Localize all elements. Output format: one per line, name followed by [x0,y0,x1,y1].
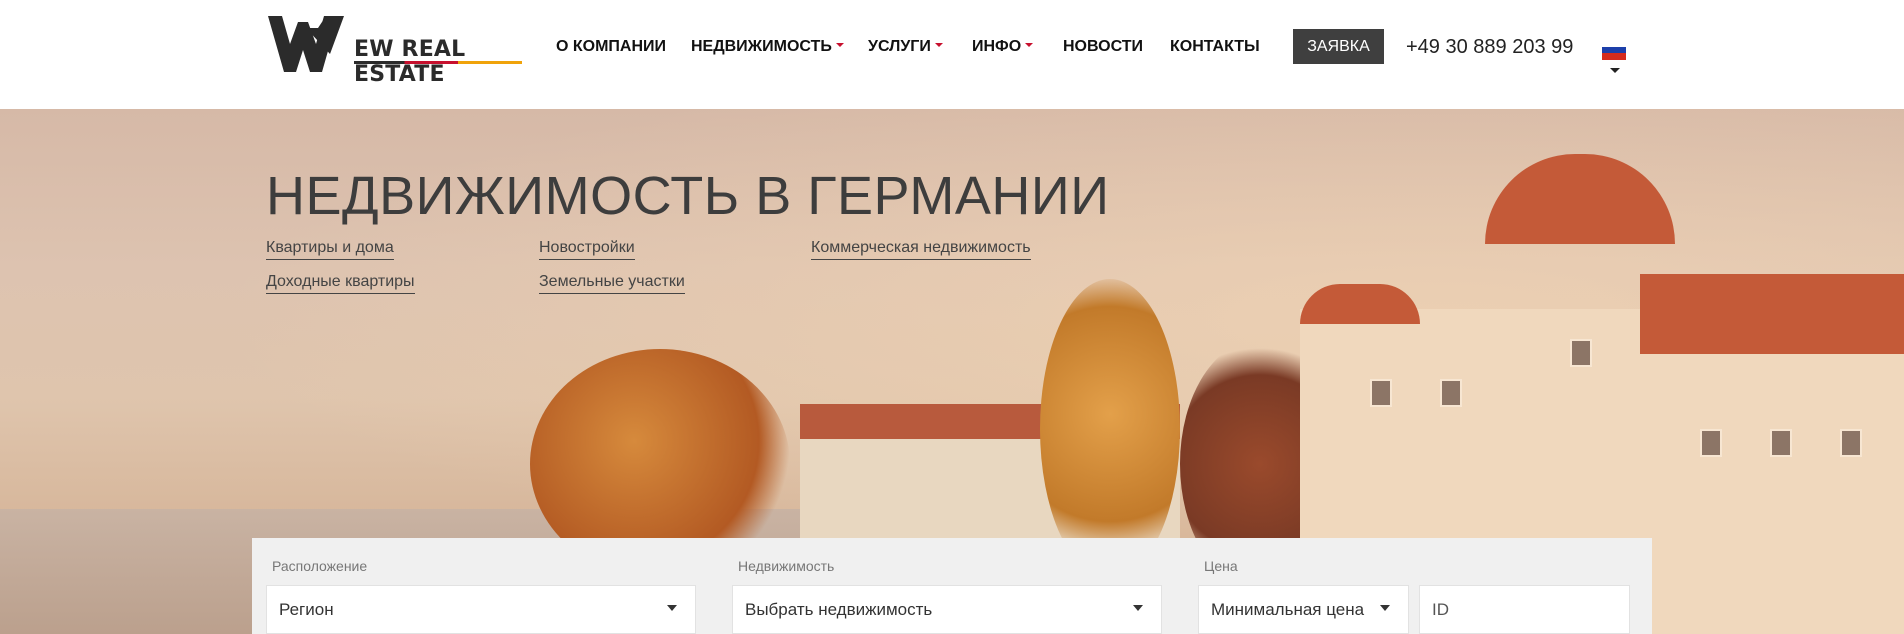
tower-roof [1300,284,1420,324]
search-panel: Расположение Регион Недвижимость Выбрать… [252,538,1652,634]
castle-window [1370,379,1392,407]
property-label: Недвижимость [738,558,835,574]
nav-item-info[interactable]: ИНФО [972,38,1034,56]
ew-logo-icon [268,16,344,72]
nav-item-realty[interactable]: НЕДВИЖИМОСТЬ [691,38,844,56]
site-header: EW REAL ESTATE О КОМПАНИИ НЕДВИЖИМОСТЬ У… [0,0,1904,109]
link-income-apartments[interactable]: Доходные квартиры [266,273,415,294]
hero-title: НЕДВИЖИМОСТЬ В ГЕРМАНИИ [266,166,1110,226]
nav-label: КОНТАКТЫ [1170,38,1260,55]
link-land-plots[interactable]: Земельные участки [539,273,685,294]
apply-button[interactable]: ЗАЯВКА [1293,29,1384,64]
price-label: Цена [1204,558,1238,574]
nav-label: НОВОСТИ [1063,38,1144,55]
link-apartments-houses[interactable]: Квартиры и дома [266,239,394,260]
id-input-placeholder: ID [1432,600,1449,619]
castle-window [1440,379,1462,407]
chevron-down-icon [667,605,677,611]
property-select-value: Выбрать недвижимость [745,600,933,619]
castle-window [1570,339,1592,367]
nav-item-about[interactable]: О КОМПАНИИ [556,38,666,56]
min-price-value: Минимальная цена [1211,600,1365,619]
hero-tree [1040,279,1180,579]
nav-label: НЕДВИЖИМОСТЬ [691,38,832,55]
logo[interactable]: EW REAL ESTATE [266,14,526,87]
castle-roof [1640,274,1904,354]
chevron-down-icon [1025,42,1034,47]
link-commercial[interactable]: Коммерческая недвижимость [811,239,1031,260]
location-label: Расположение [272,558,368,574]
nav-label: О КОМПАНИИ [556,38,667,55]
language-dropdown-icon[interactable] [1610,68,1620,73]
phone-number[interactable]: +49 30 889 203 99 [1406,36,1573,59]
nav-item-services[interactable]: УСЛУГИ [868,38,943,56]
nav-item-contacts[interactable]: КОНТАКТЫ [1170,38,1260,56]
nav-item-news[interactable]: НОВОСТИ [1063,38,1143,56]
chevron-down-icon [1380,605,1390,611]
castle-window [1770,429,1792,457]
chevron-down-icon [1133,605,1143,611]
property-select[interactable]: Выбрать недвижимость [732,585,1162,634]
castle-window [1840,429,1862,457]
min-price-select[interactable]: Минимальная цена [1198,585,1409,634]
id-input[interactable]: ID [1419,585,1630,634]
nav-label: ИНФО [972,38,1022,55]
chevron-down-icon [934,42,943,47]
castle-window [1700,429,1722,457]
region-select[interactable]: Регион [266,585,696,634]
nav-label: УСЛУГИ [868,38,931,55]
region-select-value: Регион [279,600,334,619]
logo-underline [354,61,522,64]
link-new-buildings[interactable]: Новостройки [539,239,635,260]
chevron-down-icon [835,42,844,47]
flag-ru-icon[interactable] [1602,40,1626,60]
